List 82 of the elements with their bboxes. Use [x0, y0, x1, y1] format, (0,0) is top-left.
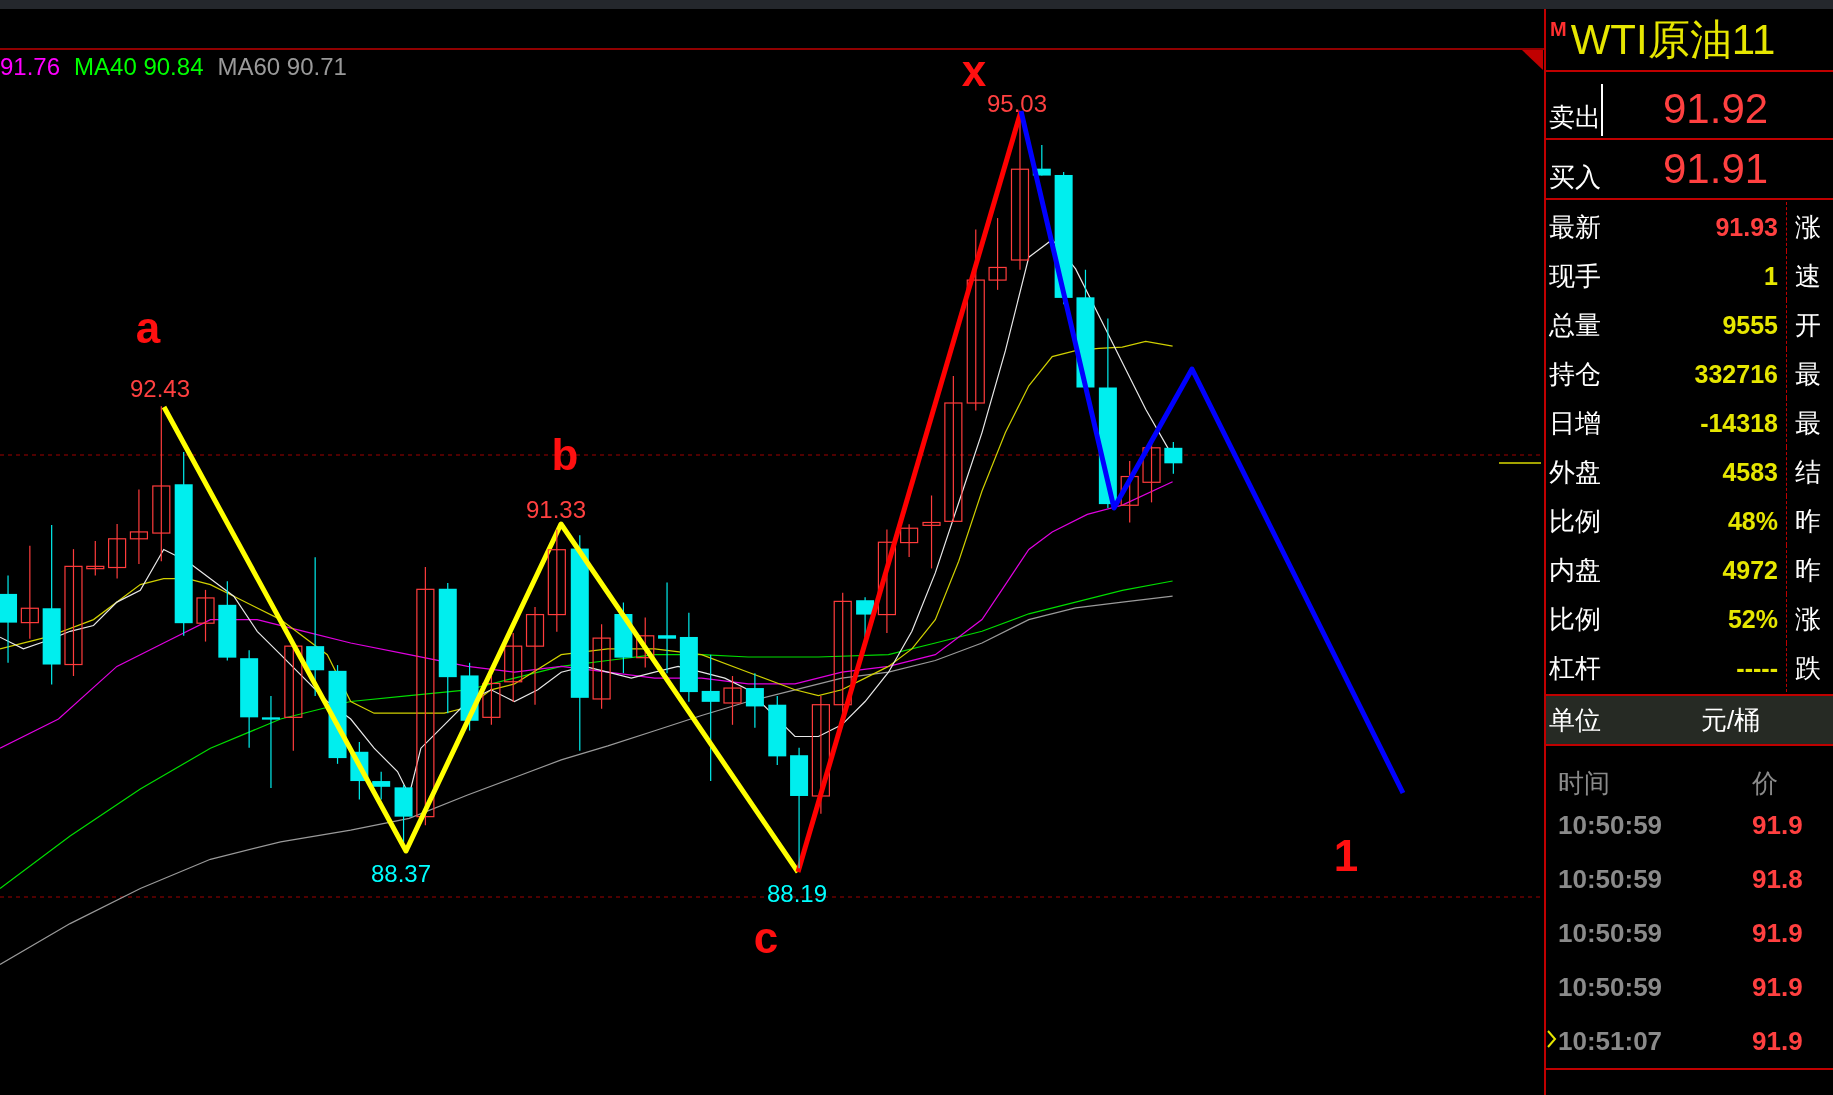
unit-label: 单位	[1549, 705, 1602, 735]
stat-label: 最	[1795, 358, 1821, 389]
candle	[1164, 441, 1183, 475]
candle	[460, 662, 479, 732]
tick-price: 91.9	[1752, 918, 1803, 948]
stat-label: 涨	[1795, 211, 1821, 242]
wave-label: a	[135, 303, 161, 352]
sell-label: 卖出	[1549, 102, 1601, 132]
stat-label: 最	[1795, 407, 1821, 438]
candle	[86, 540, 105, 577]
wave-label: b	[551, 430, 579, 479]
tick-time: 10:51:07	[1557, 1026, 1664, 1056]
candle	[350, 741, 369, 801]
candle	[745, 672, 764, 729]
wave-label: x	[961, 46, 987, 95]
moving-average-value: 91.76	[0, 53, 61, 81]
tick-price: 91.9	[1752, 1026, 1803, 1056]
wave-label: c	[753, 913, 779, 962]
price-label: 95.03	[986, 90, 1048, 117]
candle	[900, 523, 919, 558]
moving-average-value: MA40 90.84	[74, 53, 204, 81]
tick-price: 91.9	[1752, 810, 1803, 840]
candle	[372, 771, 391, 801]
stat-label: 内盘	[1549, 554, 1601, 585]
stat-label: 涨	[1795, 603, 1821, 634]
tick-time: 10:50:59	[1557, 810, 1664, 840]
stat-label: 比例	[1549, 505, 1601, 536]
candle	[1032, 144, 1051, 177]
stat-label: 杠杆	[1549, 652, 1601, 683]
tick-price: 91.8	[1752, 864, 1803, 894]
contract-title: WTI原油11	[1570, 17, 1776, 63]
candle	[482, 675, 501, 726]
wave-label: 1	[1333, 831, 1359, 880]
candle	[1120, 460, 1139, 524]
stat-label: 日增	[1549, 407, 1601, 438]
stat-label: 昨	[1795, 505, 1821, 536]
buy-label: 买入	[1549, 162, 1601, 192]
candle	[723, 675, 742, 726]
stat-label: 结	[1795, 456, 1821, 487]
stat-value: 52%	[1727, 603, 1778, 634]
candle	[504, 632, 523, 703]
stat-label: 外盘	[1549, 456, 1601, 487]
stat-value: 91.93	[1715, 211, 1778, 242]
candle	[108, 523, 127, 579]
stat-value: 332716	[1694, 358, 1778, 389]
tick-time: 10:50:59	[1557, 972, 1664, 1002]
stat-label: 比例	[1549, 603, 1601, 634]
text-cursor	[1601, 84, 1603, 136]
price-marker-line	[1498, 462, 1542, 464]
sell-price: 91.92	[1663, 86, 1769, 132]
stat-label: 昨	[1795, 554, 1821, 585]
tick-time: 10:50:59	[1557, 918, 1664, 948]
price-label: 88.19	[766, 880, 828, 907]
tick-time: 10:50:59	[1557, 864, 1664, 894]
candle	[768, 695, 787, 766]
market-letter: M	[1550, 19, 1567, 39]
candle	[856, 596, 875, 639]
price-label: 91.33	[525, 496, 587, 523]
candle	[196, 589, 215, 643]
stat-value: 48%	[1727, 505, 1778, 536]
stat-label: 现手	[1549, 260, 1601, 291]
stat-value: 9555	[1722, 309, 1778, 340]
buy-price: 91.91	[1663, 146, 1769, 192]
stat-value: 4972	[1722, 554, 1778, 585]
price-label: 92.43	[129, 375, 191, 402]
stat-label: 持仓	[1549, 358, 1601, 389]
column-header: 价	[1752, 768, 1778, 798]
moving-average-value: MA60 90.71	[217, 53, 347, 81]
stat-value: -----	[1736, 652, 1778, 683]
stat-label: 总量	[1549, 309, 1601, 340]
stat-label: 跌	[1795, 652, 1821, 683]
candle	[394, 784, 413, 844]
stat-value: -14318	[1700, 407, 1778, 438]
stat-label: 最新	[1549, 211, 1601, 242]
price-label: 88.37	[370, 860, 432, 887]
tick-price: 91.9	[1752, 972, 1803, 1002]
unit-value: 元/桶	[1701, 705, 1761, 735]
stat-value: 1	[1764, 260, 1778, 291]
column-header: 时间	[1557, 768, 1611, 798]
stat-label: 开	[1795, 309, 1821, 340]
stat-label: 速	[1795, 260, 1821, 291]
stat-value: 4583	[1722, 456, 1778, 487]
